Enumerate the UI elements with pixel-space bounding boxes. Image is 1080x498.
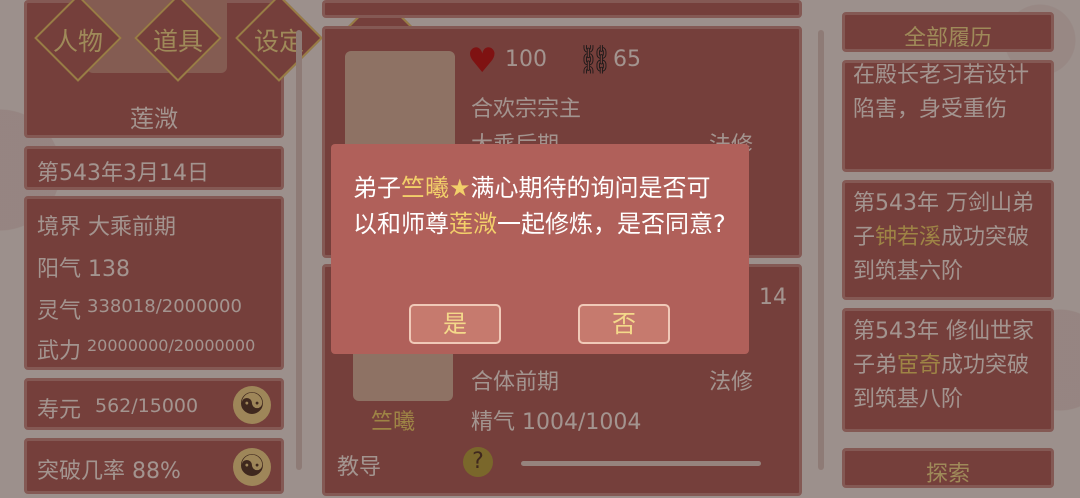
msg-disciple-name: 竺曦★ — [401, 174, 471, 202]
yes-button[interactable]: 是 — [409, 304, 501, 344]
confirm-dialog: 弟子竺曦★满心期待的询问是否可以和师尊莲溦一起修炼，是否同意? 是 否 — [331, 144, 749, 354]
dialog-message: 弟子竺曦★满心期待的询问是否可以和师尊莲溦一起修炼，是否同意? — [353, 170, 733, 242]
msg-part-1: 弟子 — [353, 174, 401, 202]
msg-master-name: 莲溦 — [449, 210, 497, 238]
no-button[interactable]: 否 — [578, 304, 670, 344]
msg-part-3: 一起修炼，是否同意? — [497, 210, 726, 238]
